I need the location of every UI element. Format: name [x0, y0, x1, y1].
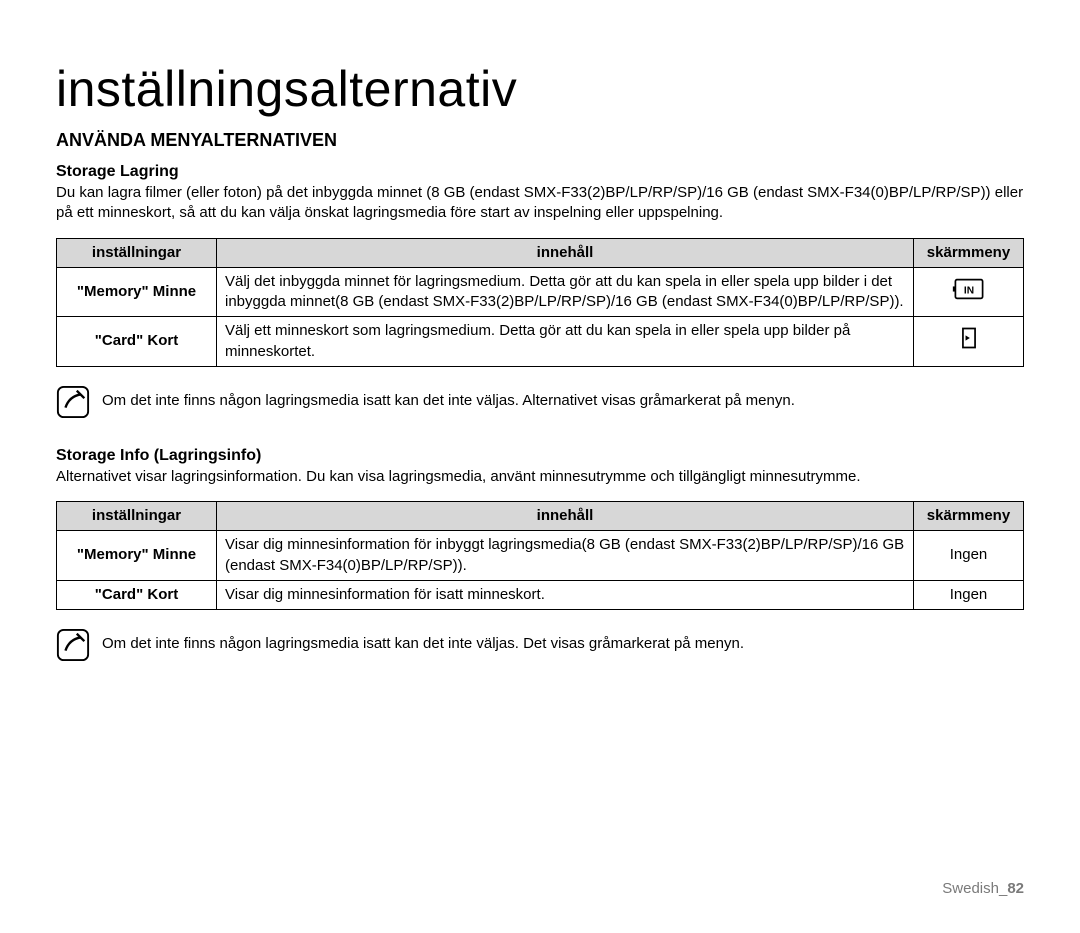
footer-page-number: 82 — [1007, 880, 1024, 897]
storage-info-note-row: Om det inte finns någon lagringsmedia is… — [56, 628, 1024, 662]
storage-note-text: Om det inte finns någon lagringsmedia is… — [102, 385, 795, 411]
table-cell-content: Visar dig minnesinformation för isatt mi… — [217, 580, 914, 609]
storage-paragraph: Du kan lagra filmer (eller foton) på det… — [56, 183, 1024, 224]
table-cell-screen: IN — [914, 267, 1024, 317]
table-header-screen: skärmmeny — [914, 502, 1024, 531]
table-row: "Card" Kort Visar dig minnesinformation … — [57, 580, 1024, 609]
page-title: inställningsalternativ — [56, 60, 1024, 118]
table-row: "Memory" Minne Visar dig minnesinformati… — [57, 531, 1024, 581]
page-footer: Swedish_82 — [942, 880, 1024, 897]
table-header-content: innehåll — [217, 502, 914, 531]
storage-heading: Storage Lagring — [56, 163, 1024, 181]
storage-table: inställningar innehåll skärmmeny "Memory… — [56, 238, 1024, 367]
table-header-settings: inställningar — [57, 502, 217, 531]
table-row: "Card" Kort Välj ett minneskort som lagr… — [57, 317, 1024, 367]
table-cell-screen — [914, 317, 1024, 367]
table-row: "Memory" Minne Välj det inbyggda minnet … — [57, 267, 1024, 317]
table-cell-content: Välj ett minneskort som lagringsmedium. … — [217, 317, 914, 367]
table-cell-content: Visar dig minnesinformation för inbyggt … — [217, 531, 914, 581]
storage-info-heading: Storage Info (Lagringsinfo) — [56, 447, 1024, 465]
table-cell-label: "Card" Kort — [57, 317, 217, 367]
table-cell-screen: Ingen — [914, 580, 1024, 609]
storage-info-note-text: Om det inte finns någon lagringsmedia is… — [102, 628, 744, 654]
storage-note-row: Om det inte finns någon lagringsmedia is… — [56, 385, 1024, 419]
table-header-content: innehåll — [217, 238, 914, 267]
table-cell-label: "Memory" Minne — [57, 531, 217, 581]
table-header-settings: inställningar — [57, 238, 217, 267]
internal-memory-icon: IN — [952, 289, 986, 306]
section-title: ANVÄNDA MENYALTERNATIVEN — [56, 130, 1024, 151]
table-header-screen: skärmmeny — [914, 238, 1024, 267]
table-cell-label: "Card" Kort — [57, 580, 217, 609]
table-cell-screen: Ingen — [914, 531, 1024, 581]
memory-card-icon — [952, 338, 986, 355]
table-cell-label: "Memory" Minne — [57, 267, 217, 317]
table-cell-content: Välj det inbyggda minnet för lagringsmed… — [217, 267, 914, 317]
storage-info-paragraph: Alternativet visar lagringsinformation. … — [56, 467, 1024, 487]
note-icon — [56, 385, 90, 419]
svg-text:IN: IN — [963, 285, 973, 296]
note-icon — [56, 628, 90, 662]
storage-info-table: inställningar innehåll skärmmeny "Memory… — [56, 501, 1024, 610]
footer-language: Swedish — [942, 880, 999, 897]
